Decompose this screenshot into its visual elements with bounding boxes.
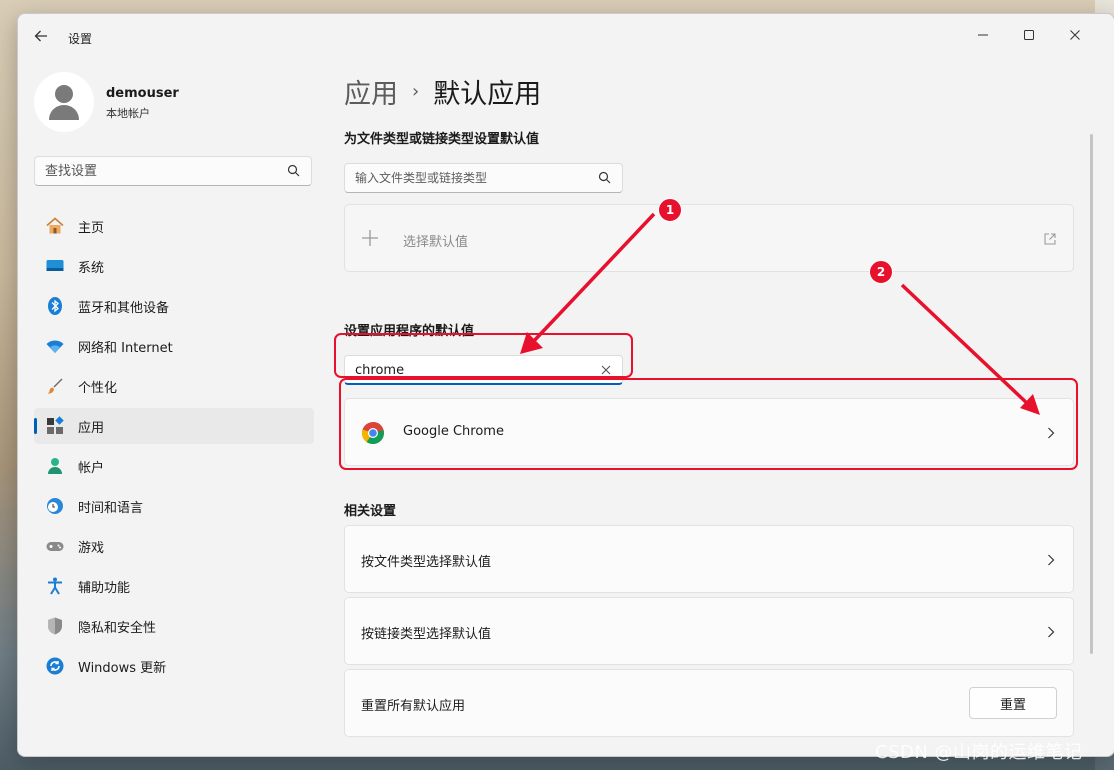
- watermark: CSDN @山岗的运维笔记: [875, 742, 1083, 763]
- annotation-badge-2: 2: [869, 260, 893, 284]
- annotation-badge-1: 1: [658, 198, 682, 222]
- annotation-arrows: [520, 212, 1040, 415]
- annotation-arrow-1: [530, 212, 656, 345]
- annotation-arrow-2: [900, 283, 1032, 408]
